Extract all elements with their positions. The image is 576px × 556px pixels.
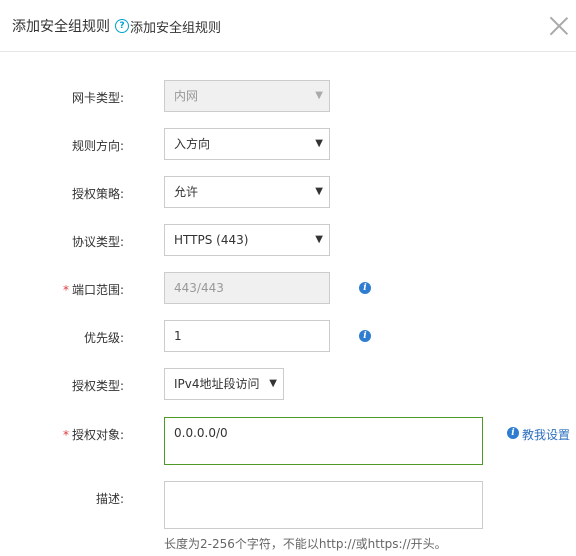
policy-select[interactable]: 允许 ▼ — [164, 176, 330, 208]
protocol-select[interactable]: HTTPS (443) ▼ — [164, 224, 330, 256]
description-label: 描述: — [95, 492, 124, 506]
direction-select[interactable]: 入方向 ▼ — [164, 128, 330, 160]
info-icon[interactable]: i — [359, 282, 371, 294]
add-security-group-rule-dialog: 添加安全组规则 ? 添加安全组规则 网卡类型: 内网 ▼ 规则方向: 入方向 ▼… — [0, 0, 576, 556]
description-hint: 长度为2-256个字符，不能以http://或https://开头。 — [164, 537, 447, 551]
protocol-label: 协议类型: — [71, 235, 124, 249]
info-icon[interactable]: i — [507, 427, 519, 439]
auth-type-label: 授权类型: — [71, 379, 124, 393]
protocol-value: HTTPS (443) — [174, 233, 249, 247]
auth-object-textarea[interactable]: 0.0.0.0/0 — [164, 417, 483, 465]
port-range-label-text: 端口范围: — [71, 283, 124, 297]
info-icon[interactable]: i — [359, 330, 371, 342]
policy-value: 允许 — [174, 185, 199, 199]
dialog-title: 添加安全组规则 — [12, 19, 110, 35]
close-icon[interactable] — [549, 16, 569, 36]
chevron-down-icon: ▼ — [315, 138, 323, 149]
required-mark: * — [62, 283, 69, 297]
chevron-down-icon: ▼ — [315, 90, 323, 101]
priority-input[interactable]: 1 — [164, 320, 330, 352]
auth-object-label-text: 授权对象: — [71, 428, 124, 442]
nic-type-value: 内网 — [174, 89, 199, 103]
direction-label: 规则方向: — [71, 139, 124, 153]
direction-value: 入方向 — [174, 137, 211, 151]
dialog-help-link[interactable]: 添加安全组规则 — [130, 17, 221, 36]
description-textarea[interactable] — [164, 481, 483, 529]
nic-type-select: 内网 ▼ — [164, 80, 330, 112]
teach-me-link[interactable]: 教我设置 — [522, 426, 570, 443]
auth-type-value: IPv4地址段访问 — [174, 377, 260, 391]
policy-label: 授权策略: — [71, 187, 124, 201]
port-range-label: * 端口范围: — [0, 281, 124, 298]
chevron-down-icon: ▼ — [315, 234, 323, 245]
chevron-down-icon: ▼ — [315, 186, 323, 197]
chevron-down-icon: ▼ — [269, 378, 277, 389]
required-mark: * — [62, 428, 69, 442]
priority-label: 优先级: — [83, 331, 124, 345]
port-range-input: 443/443 — [164, 272, 330, 304]
question-icon[interactable]: ? — [115, 19, 129, 33]
auth-type-select[interactable]: IPv4地址段访问 ▼ — [164, 368, 284, 400]
dialog-header: 添加安全组规则 ? 添加安全组规则 — [0, 0, 576, 52]
auth-object-label: * 授权对象: — [0, 426, 124, 443]
nic-type-label: 网卡类型: — [71, 91, 124, 105]
